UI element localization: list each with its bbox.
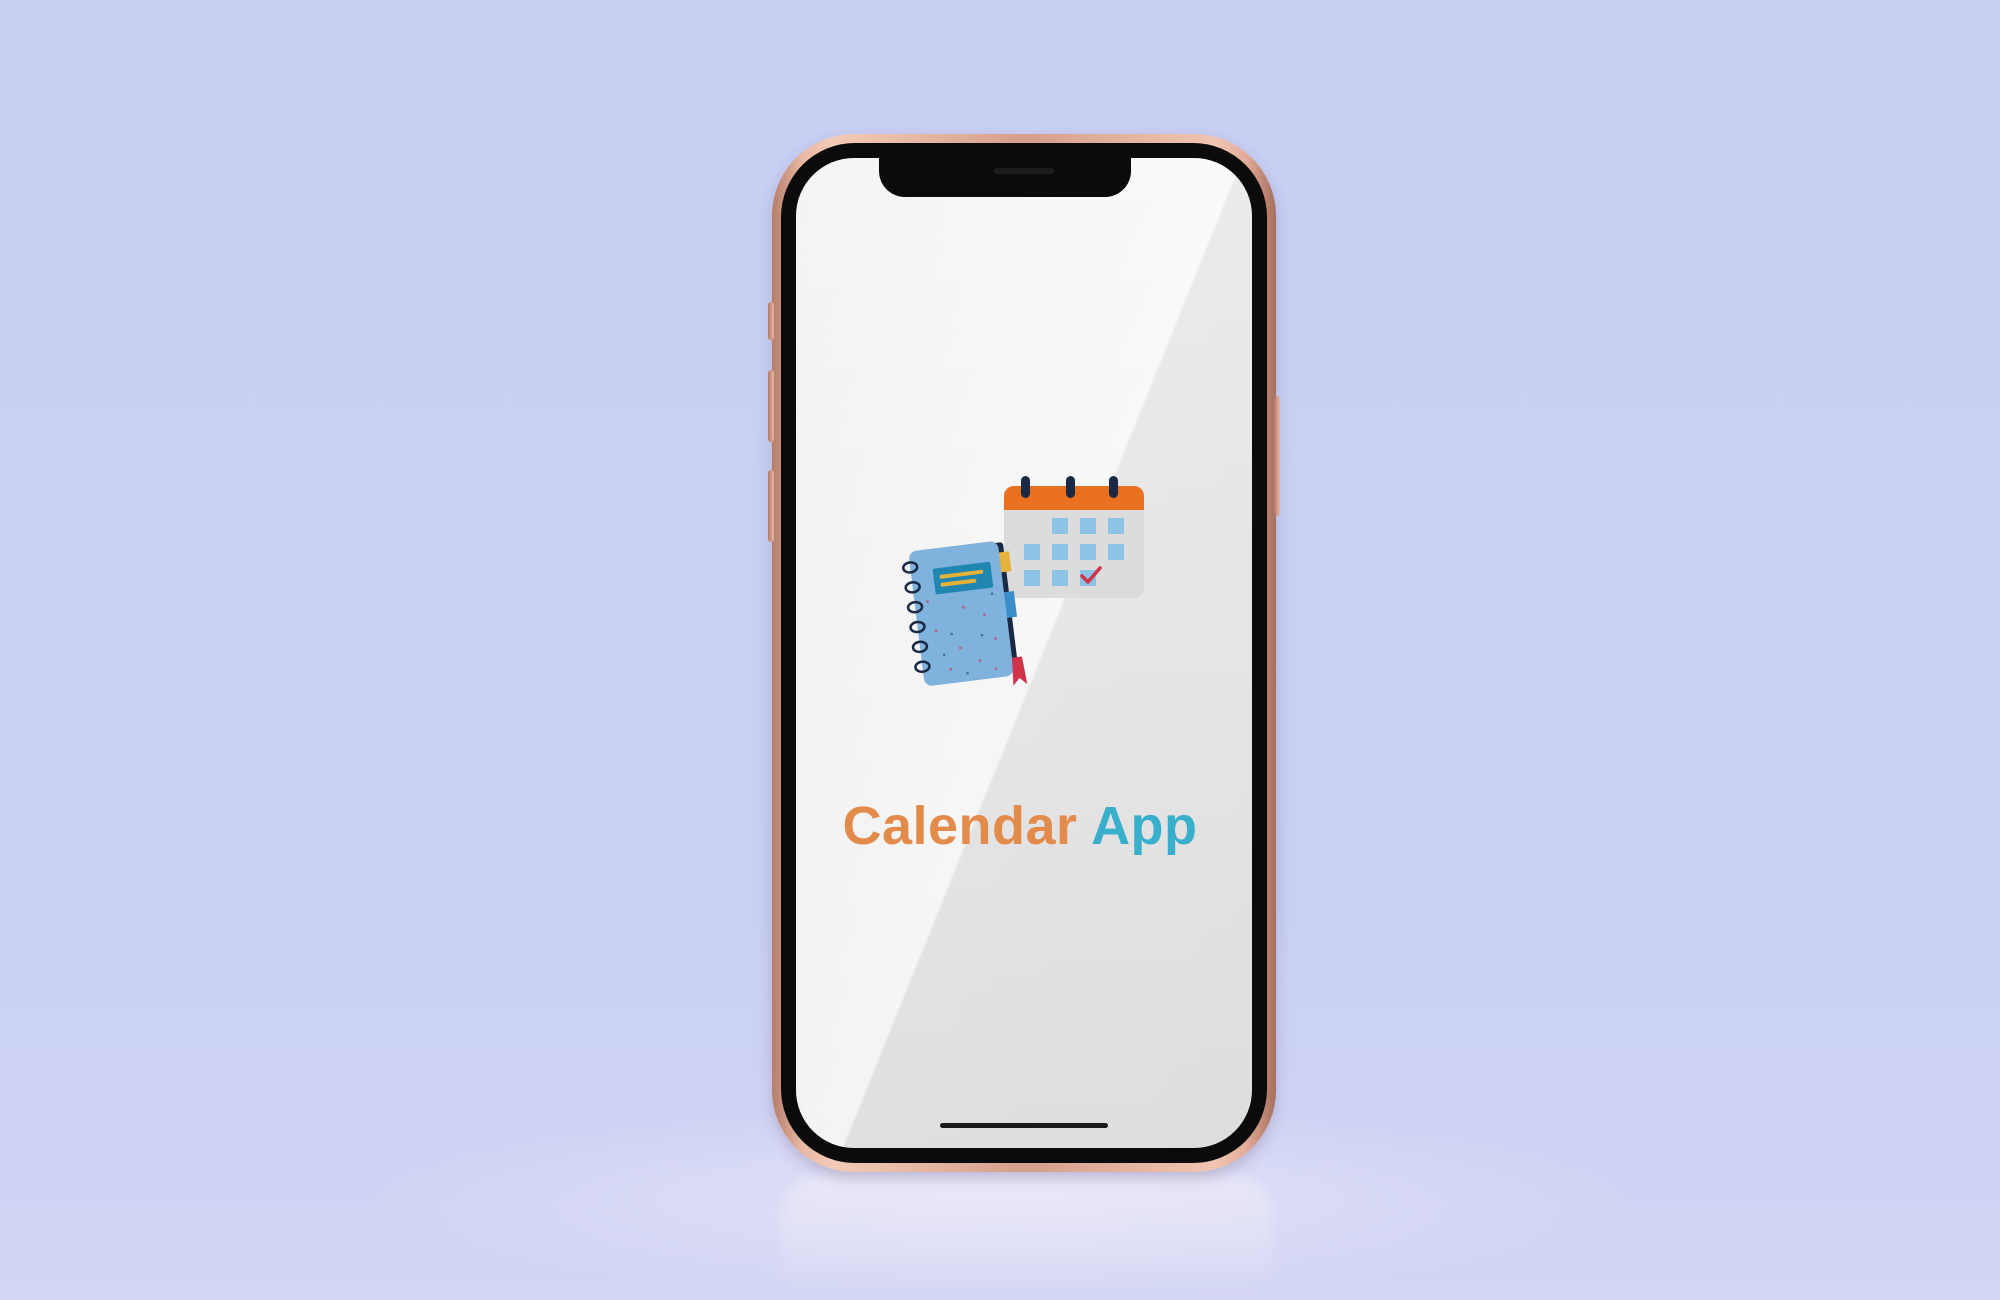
phone-side-button-power [1274,396,1280,516]
speaker-grille [994,168,1054,174]
app-title-word-app: App [1091,796,1198,856]
calendar-icon [1004,476,1144,598]
calendar-notebook-illustration [901,476,1144,686]
phone-side-button-mute [768,302,774,340]
phone-notch [879,157,1131,197]
phone-side-button-volume-up [768,370,774,442]
app-title-word-calendar: Calendar [842,796,1078,856]
app-title: Calendar App [820,795,1220,857]
phone-reflection [782,1175,1272,1300]
home-indicator[interactable] [940,1123,1108,1128]
phone-side-button-volume-down [768,470,774,542]
notebook-icon [901,541,1028,686]
